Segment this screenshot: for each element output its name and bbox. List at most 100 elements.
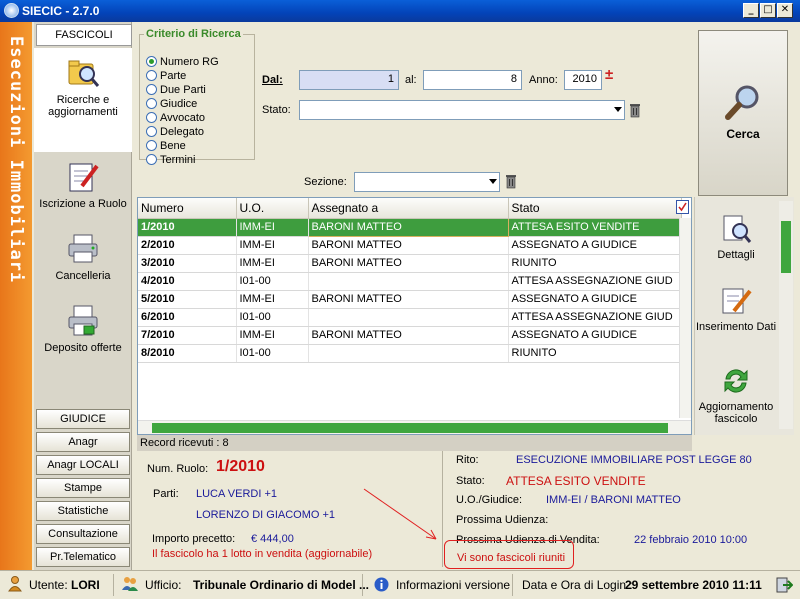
radio-dot — [146, 56, 157, 67]
users-icon — [122, 577, 138, 591]
num-ruolo-value: 1/2010 — [216, 458, 265, 475]
table-row[interactable]: 7/2010 IMM-EI BARONI MATTEO ASSEGNATO A GIU… — [138, 326, 682, 345]
utente-value: LORI — [71, 578, 100, 592]
nav-item-deposito-offerte[interactable]: Deposito offerte — [34, 304, 132, 374]
chevron-down-icon — [614, 107, 622, 112]
dettagli-label: Dettagli — [717, 249, 755, 261]
radio-label: Due Parti — [160, 84, 206, 96]
status-separator — [512, 574, 513, 596]
table-row[interactable]: 4/2010 I01-00 ATTESA ASSEGNAZIONE GIUD — [138, 272, 682, 291]
nav-item-label: Iscrizione a Ruolo — [39, 198, 127, 210]
cell-uo: IMM-EI — [236, 254, 309, 273]
title-bar: SIECIC - 2.7.0 _ □ ✕ — [0, 0, 800, 22]
riuniti-note: Vi sono fascicoli riuniti — [457, 552, 566, 564]
radio-giudice[interactable]: Giudice — [146, 98, 197, 112]
maximize-button[interactable]: □ — [760, 3, 776, 18]
tab-fascicoli[interactable]: FASCICOLI — [36, 24, 132, 46]
nav-item-ricerche[interactable]: Ricerche e aggiornamenti — [34, 48, 132, 152]
module-banner: Esecuzioni Immobiliari — [0, 22, 32, 570]
detail-panel: Num. Ruolo: 1/2010 Parti: LUCA VERDI +1 … — [137, 451, 797, 570]
search-criteria-group: Criterio di Ricerca Numero RG Parte Due … — [139, 28, 255, 166]
cell-uo: I01-00 — [236, 308, 309, 327]
nav-button-stampe[interactable]: Stampe — [36, 478, 130, 498]
nav-item-iscrizione[interactable]: Iscrizione a Ruolo — [34, 160, 132, 230]
left-navigation: FASCICOLI Ricerche e aggiornamenti Iscri… — [34, 22, 132, 570]
radio-termini[interactable]: Termini — [146, 154, 195, 168]
anno-input[interactable]: 2010 — [564, 70, 602, 90]
scrollbar-thumb[interactable] — [152, 423, 668, 433]
column-header-assegnato[interactable]: Assegnato a — [308, 198, 509, 219]
column-header-stato[interactable]: Stato — [508, 198, 682, 219]
stato-detail-label: Stato: — [456, 475, 485, 487]
inserimento-dati-button[interactable]: Inserimento Dati — [695, 285, 777, 333]
radio-label: Termini — [160, 154, 196, 166]
stato-label: Stato: — [262, 104, 291, 116]
table-row[interactable]: 5/2010 IMM-EI BARONI MATTEO ASSEGNATO A GIU… — [138, 290, 682, 309]
nav-item-label: Cancelleria — [55, 270, 111, 282]
table-row[interactable]: 2/2010 IMM-EI BARONI MATTEO ASSEGNATO A GIU… — [138, 236, 682, 255]
cerca-label: Cerca — [726, 127, 760, 141]
stato-select[interactable] — [299, 100, 625, 120]
dettagli-button[interactable]: Dettagli — [695, 213, 777, 261]
importo-value: € 444,00 — [251, 533, 294, 545]
nav-item-label: Ricerche e aggiornamenti — [48, 94, 118, 118]
scrollbar-thumb[interactable] — [781, 221, 791, 273]
dal-input[interactable]: 1 — [299, 70, 399, 90]
cerca-button[interactable]: Cerca — [698, 30, 788, 196]
info-icon[interactable] — [374, 577, 389, 592]
action-panel-scrollbar[interactable] — [779, 201, 793, 429]
nav-button-anagr-locali[interactable]: Anagr LOCALI — [36, 455, 130, 475]
radio-parte[interactable]: Parte — [146, 70, 186, 84]
table-row[interactable]: 6/2010 I01-00 ATTESA ASSEGNAZIONE GIUD — [138, 308, 682, 327]
cell-numero: 4/2010 — [138, 272, 237, 291]
nav-item-cancelleria[interactable]: Cancelleria — [34, 232, 132, 292]
column-header-uo[interactable]: U.O. — [236, 198, 309, 219]
al-input[interactable]: 8 — [423, 70, 522, 90]
radio-label: Numero RG — [160, 56, 219, 68]
grid-vertical-scrollbar[interactable] — [679, 218, 691, 418]
nav-button-statistiche[interactable]: Statistiche — [36, 501, 130, 521]
cell-numero: 5/2010 — [138, 290, 237, 309]
radio-delegato[interactable]: Delegato — [146, 126, 204, 140]
column-chooser-icon[interactable] — [676, 200, 689, 214]
exit-icon[interactable] — [775, 576, 793, 594]
uo-value: IMM-EI / BARONI MATTEO — [546, 494, 681, 506]
radio-bene[interactable]: Bene — [146, 140, 186, 154]
cell-assegnato: BARONI MATTEO — [308, 326, 509, 345]
radio-numero-rg[interactable]: Numero RG — [146, 56, 219, 70]
nav-button-anagr-distretto[interactable]: Anagr DISTRETTO — [36, 432, 130, 466]
radio-label: Giudice — [160, 98, 198, 110]
cell-assegnato: BARONI MATTEO — [308, 290, 509, 309]
radio-dot — [146, 112, 157, 123]
nav-button-giudice[interactable]: GIUDICE — [36, 409, 130, 429]
trash-icon[interactable] — [629, 102, 641, 118]
uo-label: U.O./Giudice: — [456, 494, 523, 506]
radio-dot — [146, 98, 157, 109]
minimize-button[interactable]: _ — [743, 3, 759, 18]
year-stepper-icon[interactable]: ± — [605, 66, 613, 83]
cell-stato: RIUNITO — [508, 254, 682, 273]
trash-icon[interactable] — [505, 173, 517, 189]
grid-horizontal-scrollbar[interactable] — [138, 420, 691, 434]
status-separator — [113, 574, 114, 596]
radio-avvocato[interactable]: Avvocato — [146, 112, 205, 126]
radio-due-parti[interactable]: Due Parti — [146, 84, 206, 98]
detail-divider — [442, 451, 443, 567]
login-value: 29 settembre 2010 11:11 — [625, 578, 762, 592]
cell-stato: RIUNITO — [508, 344, 682, 363]
table-row[interactable]: 3/2010 IMM-EI BARONI MATTEO RIUNITO — [138, 254, 682, 273]
document-pen-icon — [722, 288, 752, 314]
column-header-numero[interactable]: Numero — [138, 198, 237, 219]
cell-numero: 2/2010 — [138, 236, 237, 255]
aggiornamento-fascicolo-button[interactable]: Aggiornamento fascicolo — [695, 365, 777, 425]
table-row[interactable]: 1/2010 IMM-EI BARONI MATTEO ATTESA ESITO VE… — [138, 217, 682, 237]
informazioni-versione-link[interactable]: Informazioni versione — [396, 578, 510, 592]
cell-uo: IMM-EI — [236, 290, 309, 309]
cell-assegnato: BARONI MATTEO — [308, 254, 509, 273]
radio-label: Delegato — [160, 126, 205, 138]
nav-button-pr-telematico[interactable]: Pr.Telematico — [36, 547, 130, 567]
close-button[interactable]: ✕ — [777, 3, 793, 18]
table-row[interactable]: 8/2010 I01-00 RIUNITO — [138, 344, 682, 363]
sezione-select[interactable] — [354, 172, 500, 192]
nav-button-consultazione[interactable]: Consultazione — [36, 524, 130, 544]
